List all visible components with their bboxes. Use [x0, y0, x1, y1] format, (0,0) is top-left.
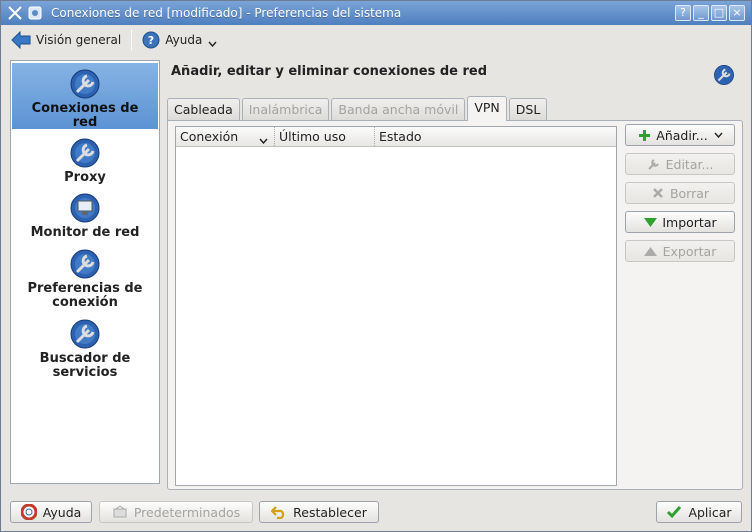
import-connection-button[interactable]: Importar [625, 211, 735, 233]
sidebar: Conexiones de red Proxy Monitor de red P… [10, 60, 160, 484]
sidebar-item-proxy[interactable]: Proxy [12, 137, 158, 189]
button-label: Aplicar [688, 504, 732, 520]
chevron-down-icon [714, 132, 723, 138]
restore-defaults-icon [112, 504, 128, 520]
add-connection-button[interactable]: Añadir... [625, 124, 735, 146]
toolbar: Visión general ? Ayuda [1, 25, 751, 55]
button-label: Exportar [662, 243, 717, 259]
tab-mobile-broadband[interactable]: Banda ancha móvil [331, 98, 466, 121]
table-header: Conexión Último uso Estado [176, 127, 616, 147]
sidebar-item-label: Buscador de servicios [39, 351, 131, 380]
window-menu-icon[interactable] [27, 5, 43, 21]
help-label: Ayuda [165, 33, 203, 47]
network-wrench-icon [69, 68, 101, 100]
tab-label: Inalámbrica [248, 102, 323, 117]
column-label: Estado [379, 129, 422, 144]
tab-wired[interactable]: Cableada [167, 98, 240, 121]
help-icon: ? [142, 31, 160, 49]
column-header-connection[interactable]: Conexión [176, 127, 274, 146]
column-header-status[interactable]: Estado [374, 127, 616, 146]
tab-vpn[interactable]: VPN [467, 96, 507, 121]
wrench-icon [647, 157, 661, 171]
tab-wireless[interactable]: Inalámbrica [241, 98, 330, 121]
export-connection-button[interactable]: Exportar [625, 240, 735, 262]
help-window-button[interactable]: ? [675, 5, 691, 21]
network-wrench-icon [69, 248, 101, 280]
column-header-last-used[interactable]: Último uso [274, 127, 374, 146]
sidebar-item-label: Monitor de red [30, 225, 140, 240]
close-button[interactable]: × [729, 5, 745, 21]
sidebar-item-network-connections[interactable]: Conexiones de red [12, 63, 158, 130]
plus-icon [637, 128, 651, 142]
vpn-panel: Conexión Último uso Estado Añadir... Edi… [167, 120, 743, 490]
page-title: Añadir, editar y eliminar conexiones de … [171, 64, 488, 79]
button-label: Añadir... [656, 127, 708, 143]
button-label: Restablecer [293, 504, 367, 520]
sidebar-item-network-monitor[interactable]: Monitor de red [12, 192, 158, 244]
undo-arrow-icon [271, 504, 287, 520]
sidebar-item-label: Preferencias de conexión [27, 281, 143, 310]
arrow-down-icon [643, 215, 657, 229]
chevron-down-icon [259, 130, 268, 149]
tab-label: DSL [515, 102, 541, 117]
minimize-button[interactable]: _ [693, 5, 709, 21]
sidebar-item-label: Conexiones de red [31, 101, 139, 130]
tab-label: VPN [474, 100, 500, 115]
edit-connection-button[interactable]: Editar... [625, 153, 735, 175]
chevron-down-icon [208, 41, 217, 47]
delete-x-icon [651, 186, 665, 200]
button-label: Predeterminados [133, 504, 241, 520]
action-buttons: Añadir... Editar... Borrar Importar Expo… [625, 124, 737, 269]
back-arrow-icon [11, 31, 31, 49]
svg-text:?: ? [148, 34, 154, 47]
window-title: Conexiones de red [modificado] - Prefere… [51, 6, 402, 20]
main-content: Añadir, editar y eliminar conexiones de … [167, 60, 743, 490]
button-label: Ayuda [42, 504, 82, 520]
tab-label: Cableada [174, 102, 233, 117]
delete-connection-button[interactable]: Borrar [625, 182, 735, 204]
connection-tabs: Cableada Inalámbrica Banda ancha móvil V… [167, 96, 549, 121]
sidebar-item-connection-preferences[interactable]: Preferencias de conexión [12, 248, 158, 314]
apply-button[interactable]: Aplicar [656, 501, 742, 523]
button-label: Borrar [669, 185, 710, 201]
reset-button[interactable]: Restablecer [259, 501, 379, 523]
tools-icon[interactable] [7, 5, 23, 21]
column-label: Último uso [279, 129, 346, 144]
column-label: Conexión [180, 129, 239, 144]
network-monitor-icon [69, 192, 101, 224]
tab-label: Banda ancha móvil [338, 102, 459, 117]
sidebar-item-label: Proxy [64, 170, 106, 185]
network-wrench-icon [69, 137, 101, 169]
connections-table[interactable]: Conexión Último uso Estado [175, 126, 617, 486]
button-label: Editar... [665, 156, 714, 172]
tab-dsl[interactable]: DSL [508, 98, 548, 121]
title-bar[interactable]: Conexiones de red [modificado] - Prefere… [1, 1, 751, 25]
sidebar-item-service-browser[interactable]: Buscador de servicios [12, 318, 158, 384]
lifebuoy-icon [20, 504, 37, 520]
button-label: Importar [662, 214, 717, 230]
maximize-button[interactable]: □ [711, 5, 727, 21]
settings-window: Conexiones de red [modificado] - Prefere… [0, 0, 752, 532]
arrow-up-icon [644, 244, 658, 258]
network-wrench-icon [713, 64, 735, 86]
overview-button[interactable]: Visión general [5, 28, 127, 52]
help-button[interactable]: Ayuda [10, 501, 92, 523]
overview-label: Visión general [36, 33, 122, 47]
toolbar-separator [131, 30, 133, 50]
defaults-button[interactable]: Predeterminados [99, 501, 253, 523]
checkmark-icon [666, 504, 682, 520]
network-wrench-icon [69, 318, 101, 350]
help-menu-button[interactable]: ? Ayuda [136, 28, 223, 52]
dialog-button-bar: Ayuda Predeterminados Restablecer Aplica… [1, 495, 751, 531]
